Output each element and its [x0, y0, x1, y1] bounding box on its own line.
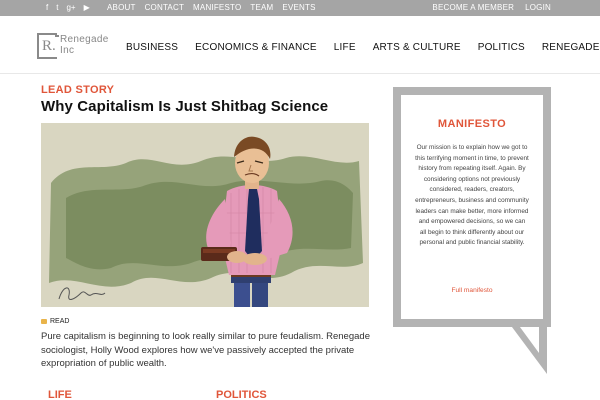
manifesto-text: Our mission is to explain how we got to …	[415, 144, 529, 247]
top-link-about[interactable]: ABOUT	[107, 0, 136, 16]
facebook-icon[interactable]: f	[46, 0, 48, 16]
auth-links: BECOME A MEMBER LOGIN	[432, 0, 551, 16]
book-icon	[41, 319, 47, 324]
nav-business[interactable]: BUSINESS	[126, 42, 178, 53]
illustration-svg	[41, 123, 369, 307]
site-logo[interactable]: R. Renegade Inc	[37, 33, 108, 59]
read-link[interactable]: READ	[41, 318, 69, 325]
nav-life[interactable]: LIFE	[334, 42, 356, 53]
manifesto-title: MANIFESTO	[437, 118, 507, 130]
top-utility-bar: f t g+ ▶ ABOUT CONTACT MANIFESTO TEAM EV…	[0, 0, 600, 16]
logo-tick	[55, 35, 59, 37]
logo-mark: R.	[37, 33, 59, 59]
nav-renegade-tv[interactable]: RENEGADE TV	[542, 42, 600, 53]
logo-line-2: Inc	[60, 45, 75, 56]
manifesto-panel: MANIFESTO Our mission is to explain how …	[393, 87, 551, 374]
googleplus-icon[interactable]: g+	[66, 0, 75, 16]
nav-arts-culture[interactable]: ARTS & CULTURE	[373, 42, 461, 53]
login-link[interactable]: LOGIN	[525, 0, 551, 16]
twitter-icon[interactable]: t	[56, 0, 58, 16]
section-heading-politics[interactable]: POLITICS	[216, 389, 267, 400]
lead-story-illustration[interactable]	[41, 123, 369, 307]
become-member-link[interactable]: BECOME A MEMBER	[432, 0, 514, 16]
section-heading-life[interactable]: LIFE	[48, 389, 72, 400]
top-link-events[interactable]: EVENTS	[282, 0, 315, 16]
top-link-team[interactable]: TEAM	[250, 0, 273, 16]
lead-story-title[interactable]: Why Capitalism Is Just Shitbag Science	[41, 98, 328, 115]
lead-story-label: LEAD STORY	[41, 84, 115, 96]
youtube-icon[interactable]: ▶	[84, 0, 90, 16]
nav-economics-finance[interactable]: ECONOMICS & FINANCE	[195, 42, 317, 53]
top-links: ABOUT CONTACT MANIFESTO TEAM EVENTS	[107, 0, 316, 16]
lead-story-summary: Pure capitalism is beginning to look rea…	[41, 331, 370, 369]
logo-text: Renegade Inc	[60, 34, 109, 56]
main-nav: BUSINESS ECONOMICS & FINANCE LIFE ARTS &…	[126, 42, 600, 53]
header-divider	[0, 73, 600, 74]
read-label: READ	[50, 318, 70, 325]
top-link-contact[interactable]: CONTACT	[145, 0, 184, 16]
site-header: R. Renegade Inc BUSINESS ECONOMICS & FIN…	[0, 16, 600, 74]
full-manifesto-link[interactable]: Full manifesto	[393, 287, 551, 294]
top-link-manifesto[interactable]: MANIFESTO	[193, 0, 241, 16]
logo-line-1: Renegade	[60, 34, 109, 45]
nav-politics[interactable]: POLITICS	[478, 42, 525, 53]
logo-letter: R.	[42, 38, 56, 54]
social-links: f t g+ ▶	[46, 0, 90, 16]
